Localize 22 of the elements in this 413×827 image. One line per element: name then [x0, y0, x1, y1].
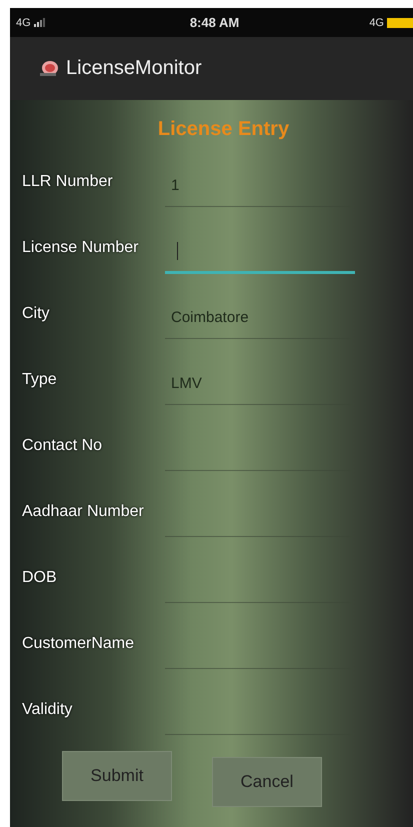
input-field[interactable]: LMV: [165, 364, 355, 404]
field-label: DOB: [21, 569, 58, 587]
field-label: CustomerName: [21, 635, 136, 653]
form-title: License Entry: [156, 118, 290, 141]
app-logo-icon: [38, 60, 60, 78]
field-label: Contact No: [21, 437, 104, 455]
input-field[interactable]: Coimbatore: [165, 298, 355, 338]
field-label: City: [21, 305, 51, 323]
field-label: LLR Number: [21, 173, 114, 191]
form-button[interactable]: Cancel: [212, 757, 322, 807]
form-button[interactable]: Submit: [62, 751, 172, 801]
signal-icon: [34, 18, 46, 27]
field-label: Type: [21, 371, 58, 389]
field-label: License Number: [21, 239, 140, 257]
network-label: 4G: [369, 16, 384, 28]
battery-icon: [387, 18, 413, 28]
app-title: LicenseMonitor: [66, 57, 202, 80]
clock-time: 8:48 AM: [190, 15, 240, 30]
network-label: 4G: [16, 16, 31, 28]
field-label: Aadhaar Number: [21, 503, 145, 521]
field-label: Validity: [21, 701, 74, 719]
input-field[interactable]: 1: [165, 166, 355, 206]
